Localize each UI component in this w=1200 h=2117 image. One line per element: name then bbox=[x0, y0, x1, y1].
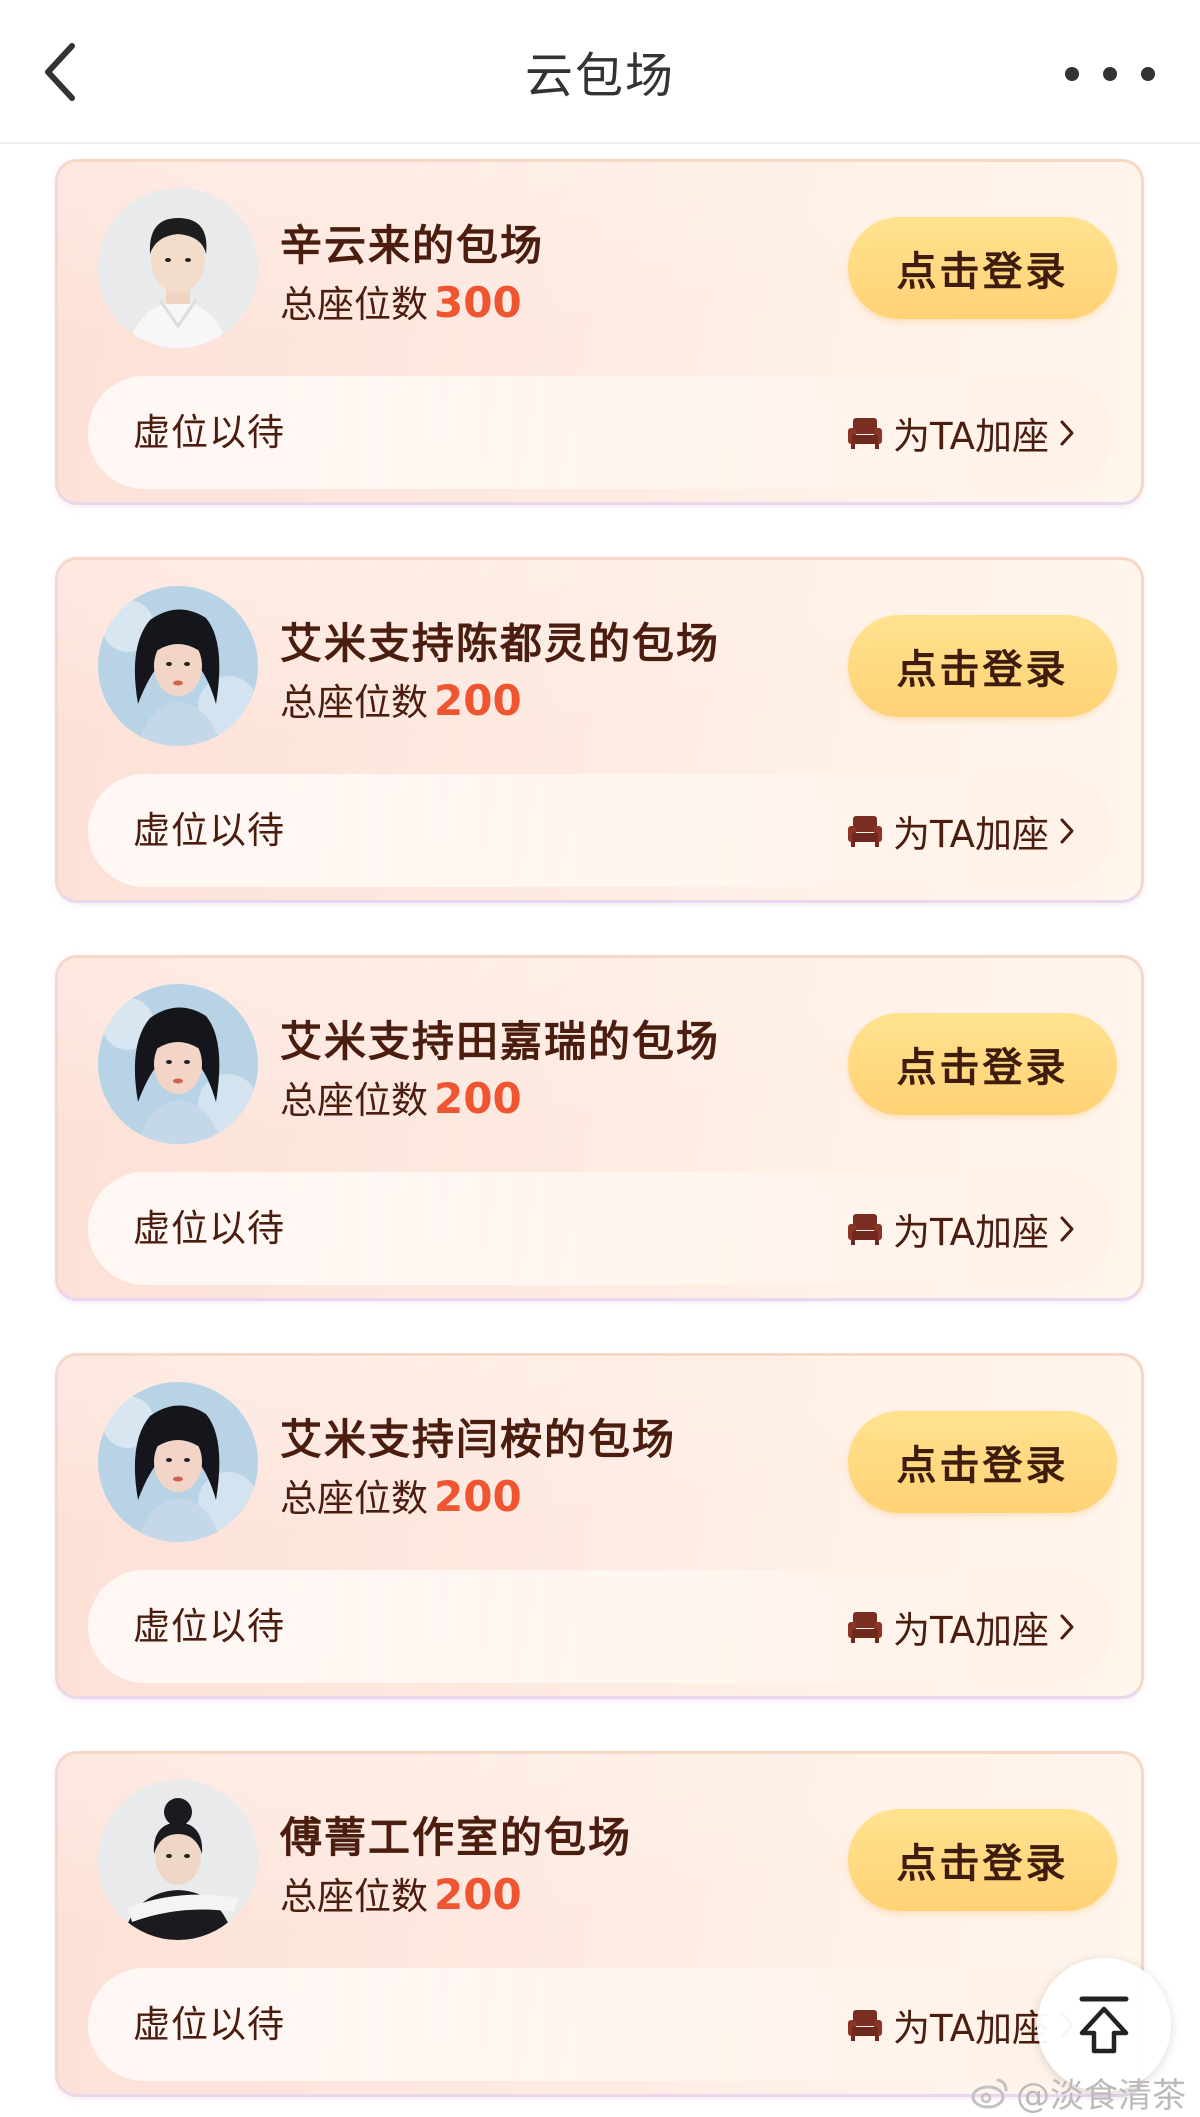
sofa-icon bbox=[847, 815, 882, 847]
host-name: 辛云来的包场 bbox=[280, 221, 545, 270]
seat-count: 总座位数 200 bbox=[280, 1866, 522, 1920]
seat-count-label: 总座位数 bbox=[280, 1875, 428, 1918]
seat-status-bar: 虚位以待 为TA加座 bbox=[88, 774, 1113, 887]
chevron-right-icon bbox=[1060, 1614, 1074, 1639]
avatar bbox=[98, 586, 258, 746]
avatar bbox=[98, 1780, 258, 1940]
chevron-right-icon bbox=[1060, 1216, 1074, 1241]
host-name: 艾米支持陈都灵的包场 bbox=[280, 619, 721, 668]
vacancy-text: 虚位以待 bbox=[133, 1207, 285, 1250]
seat-count: 总座位数 200 bbox=[280, 1468, 522, 1522]
seat-status-bar: 虚位以待 为TA加座 bbox=[88, 1172, 1113, 1285]
avatar bbox=[98, 188, 258, 348]
seat-count-value: 200 bbox=[434, 1472, 522, 1521]
seat-count: 总座位数 200 bbox=[280, 1070, 522, 1124]
host-name: 傅菁工作室的包场 bbox=[280, 1813, 633, 1862]
booking-card: 艾米支持闫桉的包场 总座位数 200 点击登录 虚位以待 为TA加座 bbox=[55, 1353, 1144, 1699]
more-horizontal-icon bbox=[1065, 67, 1155, 81]
add-seat-label: 为TA加座 bbox=[892, 1608, 1049, 1652]
seat-count-label: 总座位数 bbox=[280, 681, 428, 724]
login-button[interactable]: 点击登录 bbox=[848, 1411, 1117, 1513]
avatar bbox=[98, 984, 258, 1144]
weibo-logo-icon bbox=[971, 2078, 1008, 2108]
seat-status-bar: 虚位以待 为TA加座 bbox=[88, 1570, 1113, 1683]
vacancy-text: 虚位以待 bbox=[133, 1605, 285, 1648]
seat-count: 总座位数 200 bbox=[280, 672, 522, 726]
booking-card: 辛云来的包场 总座位数 300 点击登录 虚位以待 为TA加座 bbox=[55, 159, 1144, 505]
chevron-right-icon bbox=[1060, 420, 1074, 445]
add-seat-label: 为TA加座 bbox=[892, 2006, 1049, 2050]
login-button[interactable]: 点击登录 bbox=[848, 615, 1117, 717]
login-button[interactable]: 点击登录 bbox=[848, 217, 1117, 319]
vacancy-text: 虚位以待 bbox=[133, 809, 285, 852]
chevron-right-icon bbox=[1060, 818, 1074, 843]
more-button[interactable] bbox=[1060, 44, 1160, 104]
seat-count: 总座位数 300 bbox=[280, 274, 522, 328]
add-seat-label: 为TA加座 bbox=[892, 812, 1049, 856]
watermark-text: @淡食清茶 bbox=[1016, 2076, 1186, 2116]
booking-card: 艾米支持田嘉瑞的包场 总座位数 200 点击登录 虚位以待 为TA加座 bbox=[55, 955, 1144, 1301]
seat-count-value: 200 bbox=[434, 1074, 522, 1123]
sofa-icon bbox=[847, 1611, 882, 1643]
seat-count-label: 总座位数 bbox=[280, 283, 428, 326]
arrow-up-to-top-icon bbox=[1079, 1996, 1129, 2054]
seat-status-bar: 虚位以待 为TA加座 bbox=[88, 1968, 1113, 2081]
watermark: @淡食清茶 bbox=[970, 2068, 1186, 2117]
add-seat-link[interactable]: 为TA加座 bbox=[847, 774, 1075, 887]
seat-count-label: 总座位数 bbox=[280, 1079, 428, 1122]
add-seat-label: 为TA加座 bbox=[892, 1210, 1049, 1254]
vacancy-text: 虚位以待 bbox=[133, 411, 285, 454]
seat-count-label: 总座位数 bbox=[280, 1477, 428, 1520]
seat-count-value: 200 bbox=[434, 676, 522, 725]
seat-count-value: 300 bbox=[434, 278, 522, 327]
avatar bbox=[98, 1382, 258, 1542]
login-button[interactable]: 点击登录 bbox=[848, 1809, 1117, 1911]
host-name: 艾米支持闫桉的包场 bbox=[280, 1415, 677, 1464]
add-seat-link[interactable]: 为TA加座 bbox=[847, 1172, 1075, 1285]
add-seat-label: 为TA加座 bbox=[892, 414, 1049, 458]
sofa-icon bbox=[847, 1213, 882, 1245]
top-nav-bar: 云包场 bbox=[0, 0, 1200, 144]
page-title: 云包场 bbox=[524, 48, 675, 104]
sofa-icon bbox=[847, 417, 882, 449]
vacancy-text: 虚位以待 bbox=[133, 2003, 285, 2046]
seat-status-bar: 虚位以待 为TA加座 bbox=[88, 376, 1113, 489]
login-button[interactable]: 点击登录 bbox=[848, 1013, 1117, 1115]
host-name: 艾米支持田嘉瑞的包场 bbox=[280, 1017, 721, 1066]
booking-card: 傅菁工作室的包场 总座位数 200 点击登录 虚位以待 为TA加座 bbox=[55, 1751, 1144, 2097]
sofa-icon bbox=[847, 2009, 882, 2041]
add-seat-link[interactable]: 为TA加座 bbox=[847, 376, 1075, 489]
add-seat-link[interactable]: 为TA加座 bbox=[847, 1570, 1075, 1683]
seat-count-value: 200 bbox=[434, 1870, 522, 1919]
booking-card: 艾米支持陈都灵的包场 总座位数 200 点击登录 虚位以待 为TA加座 bbox=[55, 557, 1144, 903]
